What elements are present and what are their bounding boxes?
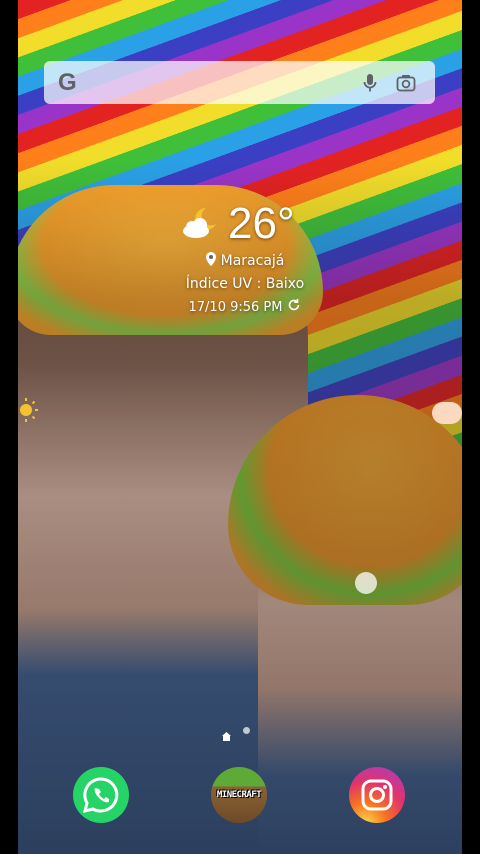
minecraft-label: MINECRAFT — [216, 790, 262, 800]
refresh-icon[interactable] — [287, 298, 301, 316]
touch-indicator — [355, 572, 377, 594]
location-pin-icon — [205, 252, 216, 270]
weather-widget[interactable]: 26° Maracajá Índice UV : Baixo 17/10 9:5… — [180, 200, 310, 320]
update-time: 17/10 9:56 PM — [188, 299, 283, 315]
google-logo-icon: G — [58, 68, 77, 96]
camera-lens-icon[interactable] — [391, 68, 421, 98]
temperature: 26° — [228, 199, 295, 248]
location-name: Maracajá — [220, 253, 285, 269]
page-dot — [243, 727, 250, 734]
sun-icon — [18, 396, 40, 428]
uv-index: Índice UV : Baixo — [185, 276, 305, 292]
page-indicator[interactable] — [222, 726, 250, 741]
instagram-icon[interactable] — [349, 767, 405, 823]
search-input[interactable] — [84, 60, 349, 105]
edge-decoration — [432, 402, 462, 424]
mic-icon[interactable] — [355, 68, 385, 98]
whatsapp-icon[interactable] — [73, 767, 129, 823]
minecraft-icon[interactable]: MINECRAFT — [211, 767, 267, 823]
home-page-icon — [222, 726, 231, 741]
partly-cloudy-night-icon — [180, 204, 222, 244]
google-search-bar[interactable]: G — [44, 60, 435, 105]
